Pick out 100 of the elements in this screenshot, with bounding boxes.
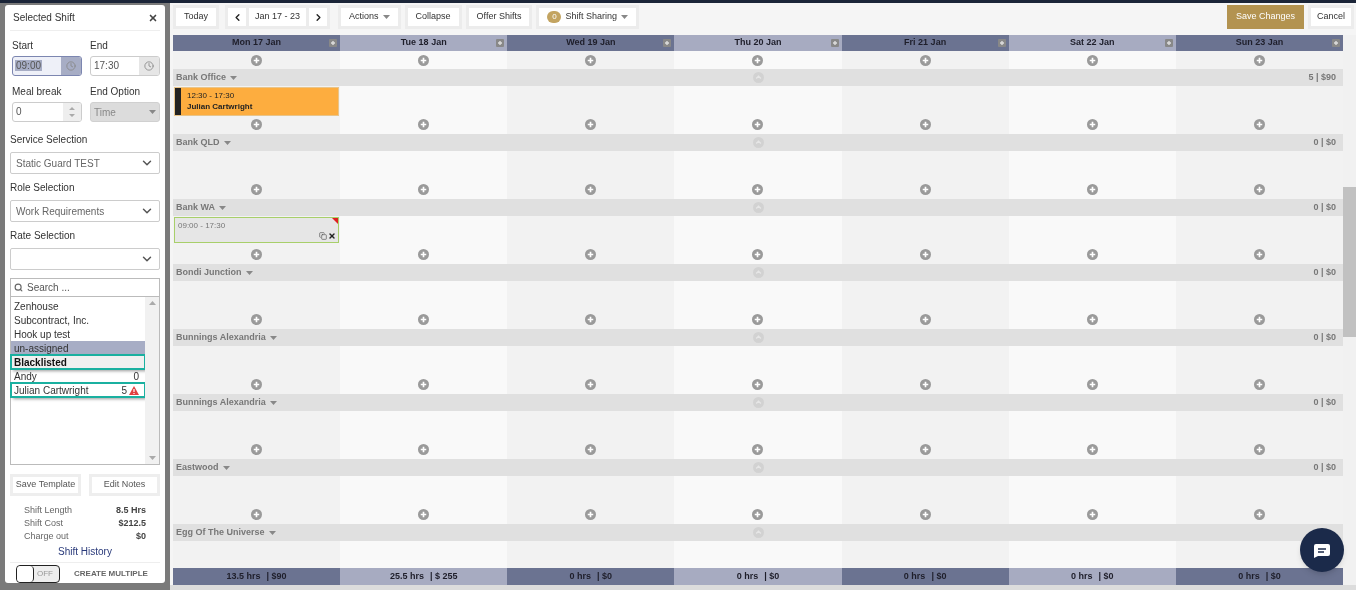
- add-icon[interactable]: [752, 379, 764, 390]
- add-icon[interactable]: [1086, 379, 1098, 390]
- add-icon[interactable]: [919, 509, 931, 520]
- hour-field[interactable]: 09:00: [12, 56, 82, 76]
- staff-list-item[interactable]: Zenhouse: [11, 299, 145, 313]
- scroll-up-icon[interactable]: [148, 301, 156, 305]
- location-header[interactable]: Bunnings Alexandria 0 | $0: [173, 394, 1343, 411]
- add-icon[interactable]: [418, 184, 430, 195]
- location-header[interactable]: Eastwood 0 | $0: [173, 459, 1343, 476]
- add-icon[interactable]: [418, 249, 430, 260]
- next-button[interactable]: [309, 8, 328, 26]
- add-icon[interactable]: [752, 249, 764, 260]
- delete-icon[interactable]: [328, 232, 337, 240]
- add-icon[interactable]: [585, 119, 597, 130]
- actions-dropdown[interactable]: Actions: [338, 5, 401, 29]
- add-icon[interactable]: [919, 314, 931, 325]
- add-icon[interactable]: [251, 379, 263, 390]
- add-icon[interactable]: [418, 379, 430, 390]
- expand-icon[interactable]: [1164, 39, 1173, 47]
- add-icon[interactable]: [1086, 314, 1098, 325]
- add-icon[interactable]: [1253, 184, 1265, 195]
- staff-list-item[interactable]: Hook up test: [11, 327, 145, 341]
- expand-icon[interactable]: [329, 39, 338, 47]
- location-header[interactable]: Bank WA 0 | $0: [173, 199, 1343, 216]
- add-icon[interactable]: [752, 444, 764, 455]
- add-icon[interactable]: [1253, 249, 1265, 260]
- expand-icon[interactable]: [997, 39, 1006, 47]
- add-icon[interactable]: [919, 444, 931, 455]
- location-header[interactable]: Bank Office 5 | $90: [173, 69, 1343, 86]
- today-button[interactable]: Today: [173, 5, 220, 29]
- add-icon[interactable]: [1253, 509, 1265, 520]
- expand-icon[interactable]: [830, 39, 839, 47]
- hour-field[interactable]: 17:30: [90, 56, 160, 76]
- add-icon[interactable]: [1253, 54, 1265, 66]
- add-icon[interactable]: [919, 184, 931, 195]
- spinner-icon[interactable]: [63, 103, 81, 121]
- dropdown-field[interactable]: Static Guard TEST: [10, 152, 160, 174]
- add-icon[interactable]: [1253, 444, 1265, 455]
- shift-card[interactable]: 12:30 - 17:30 Julian Cartwright: [174, 87, 340, 116]
- location-header[interactable]: Bondi Junction 0 | $0: [173, 264, 1343, 281]
- add-icon[interactable]: [418, 119, 430, 130]
- add-icon[interactable]: [418, 314, 430, 325]
- search-field[interactable]: Search ...: [10, 278, 160, 297]
- scroll-down-icon[interactable]: [148, 456, 156, 460]
- expand-icon[interactable]: [496, 39, 505, 47]
- location-header[interactable]: Bank QLD 0 | $0: [173, 134, 1343, 151]
- staff-list-item[interactable]: Andy 0: [11, 369, 145, 383]
- add-icon[interactable]: [251, 314, 263, 325]
- add-icon[interactable]: [1253, 314, 1265, 325]
- dropdown-field[interactable]: Work Requirements: [10, 200, 160, 222]
- number-field[interactable]: 0: [12, 102, 82, 122]
- expand-icon[interactable]: [1332, 39, 1340, 47]
- add-icon[interactable]: [1086, 444, 1098, 455]
- add-icon[interactable]: [418, 509, 430, 520]
- shift-card[interactable]: 09:00 - 17:30: [174, 217, 340, 243]
- add-icon[interactable]: [585, 184, 597, 195]
- add-icon[interactable]: [1086, 54, 1098, 66]
- scrollbar-thumb[interactable]: [1343, 187, 1356, 337]
- offer-shifts-button[interactable]: Offer Shifts: [465, 5, 533, 29]
- collapse-button[interactable]: Collapse: [404, 5, 462, 29]
- add-icon[interactable]: [1253, 379, 1265, 390]
- shift-history-link[interactable]: Shift History: [58, 544, 112, 559]
- add-icon[interactable]: [752, 184, 764, 195]
- location-header[interactable]: Egg Of The Universe: [173, 524, 1343, 541]
- add-icon[interactable]: [251, 54, 263, 66]
- add-icon[interactable]: [1086, 509, 1098, 520]
- add-icon[interactable]: [752, 314, 764, 325]
- add-icon[interactable]: [1086, 119, 1098, 130]
- add-icon[interactable]: [919, 54, 931, 66]
- add-icon[interactable]: [919, 379, 931, 390]
- add-icon[interactable]: [585, 509, 597, 520]
- add-icon[interactable]: [585, 444, 597, 455]
- staff-list-item[interactable]: Julian Cartwright 5: [11, 383, 145, 397]
- staff-list-item[interactable]: Subcontract, Inc.: [11, 313, 145, 327]
- location-header[interactable]: Bunnings Alexandria 0 | $0: [173, 329, 1343, 346]
- add-icon[interactable]: [251, 249, 263, 260]
- add-icon[interactable]: [919, 249, 931, 260]
- add-icon[interactable]: [1253, 119, 1265, 130]
- panel-button[interactable]: Edit Notes: [89, 474, 160, 496]
- previous-button[interactable]: [228, 8, 247, 26]
- dropdown-field[interactable]: [10, 248, 160, 270]
- scrollbar[interactable]: [145, 297, 159, 464]
- add-icon[interactable]: [1086, 249, 1098, 260]
- add-icon[interactable]: [752, 119, 764, 130]
- close-icon[interactable]: [148, 12, 158, 23]
- add-icon[interactable]: [418, 54, 430, 66]
- add-icon[interactable]: [585, 379, 597, 390]
- add-icon[interactable]: [585, 314, 597, 325]
- shift-sharing-dropdown[interactable]: 0 Shift Sharing: [536, 5, 639, 29]
- add-icon[interactable]: [251, 509, 263, 520]
- add-icon[interactable]: [1086, 184, 1098, 195]
- add-icon[interactable]: [251, 119, 263, 130]
- add-icon[interactable]: [418, 444, 430, 455]
- add-icon[interactable]: [585, 249, 597, 260]
- add-icon[interactable]: [585, 54, 597, 66]
- panel-button[interactable]: Save Template: [10, 474, 81, 496]
- add-icon[interactable]: [251, 184, 263, 195]
- add-icon[interactable]: [919, 119, 931, 130]
- add-icon[interactable]: [251, 444, 263, 455]
- expand-icon[interactable]: [663, 39, 672, 47]
